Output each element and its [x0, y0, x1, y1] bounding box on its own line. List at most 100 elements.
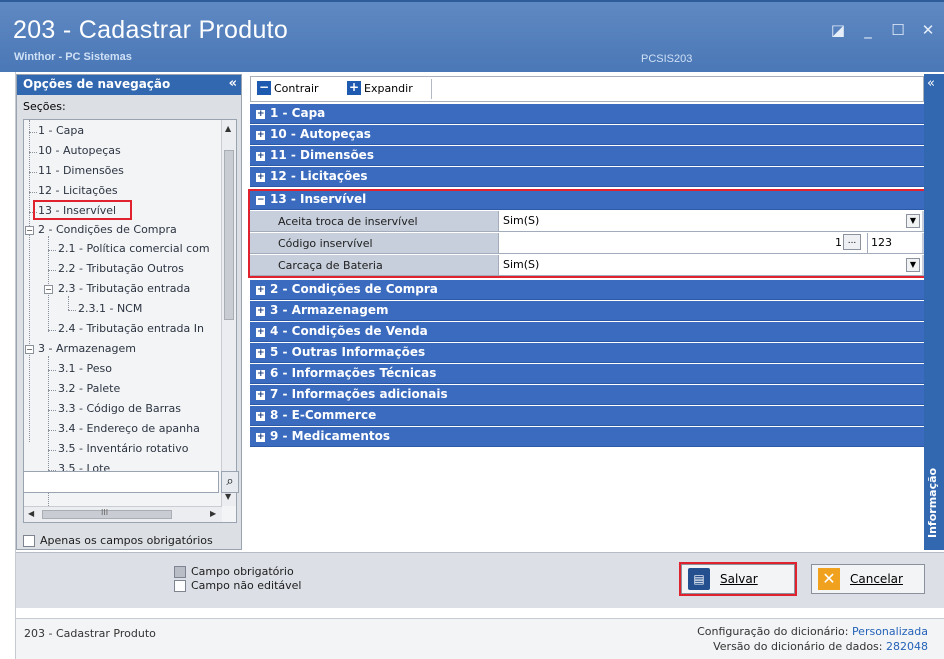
- section-informacoes-tecnicas[interactable]: +6 - Informações Técnicas: [250, 364, 924, 384]
- tree-vertical-scrollbar[interactable]: ▲ ▼: [221, 120, 236, 506]
- section-label: 4 - Condições de Venda: [270, 324, 428, 338]
- legend-not-editable-swatch: [174, 579, 186, 592]
- tree-vertical-scroll-thumb[interactable]: [224, 150, 234, 320]
- collapse-tributacao-entrada-icon[interactable]: −: [44, 285, 53, 294]
- save-button-highlight: [679, 562, 797, 596]
- section-label: 5 - Outras Informações: [270, 345, 426, 359]
- scroll-up-icon[interactable]: ▲: [225, 124, 231, 133]
- collapse-condicoes-icon[interactable]: −: [25, 226, 34, 235]
- navigation-header-label: Opções de navegação: [23, 77, 171, 91]
- collapse-left-icon[interactable]: «: [229, 76, 237, 91]
- navigation-header: Opções de navegação «: [17, 75, 241, 95]
- tree-item-palete[interactable]: 3.2 - Palete: [58, 382, 120, 395]
- dictionary-config-value[interactable]: Personalizada: [852, 625, 928, 638]
- toolbar-separator: [431, 79, 432, 99]
- section-informacoes-adicionais[interactable]: +7 - Informações adicionais: [250, 385, 924, 405]
- window-title: 203 - Cadastrar Produto: [13, 16, 289, 44]
- dictionary-config-label: Configuração do dicionário:: [697, 625, 849, 638]
- minus-icon: −: [257, 80, 271, 95]
- section-label: 1 - Capa: [270, 106, 326, 120]
- scroll-right-icon[interactable]: ▶: [210, 509, 216, 518]
- section-outras-informacoes[interactable]: +5 - Outras Informações: [250, 343, 924, 363]
- section-e-commerce[interactable]: +8 - E-Commerce: [250, 406, 924, 426]
- tree-item-endereco-apanha[interactable]: 3.4 - Endereço de apanha: [58, 422, 200, 435]
- scroll-grip: III: [101, 508, 109, 517]
- expand-icon[interactable]: +: [256, 286, 265, 295]
- dictionary-version-value: 282048: [886, 640, 928, 653]
- section-autopecas[interactable]: +10 - Autopeças: [250, 125, 924, 145]
- tree-item-ncm[interactable]: 2.3.1 - NCM: [78, 302, 142, 315]
- section-search-input[interactable]: [23, 471, 219, 493]
- section-condicoes-venda[interactable]: +4 - Condições de Venda: [250, 322, 924, 342]
- navigation-panel: Opções de navegação « Seções: 1 - Capa 1…: [16, 74, 242, 550]
- tree-item-tributacao-entrada[interactable]: 2.3 - Tributação entrada: [58, 282, 190, 295]
- section-label: 6 - Informações Técnicas: [270, 366, 437, 380]
- tree-item-codigo-barras[interactable]: 3.3 - Código de Barras: [58, 402, 181, 415]
- tree-horizontal-scrollbar[interactable]: ◀ III ▶: [24, 506, 222, 522]
- expand-icon[interactable]: +: [256, 173, 265, 182]
- tree-item-tributacao-entrada-in[interactable]: 2.4 - Tributação entrada In: [58, 322, 204, 335]
- section-armazenagem[interactable]: +3 - Armazenagem: [250, 301, 924, 321]
- minimize-icon[interactable]: _: [860, 22, 876, 38]
- tree-item-dimensoes[interactable]: 11 - Dimensões: [38, 164, 124, 177]
- collapse-right-icon[interactable]: «: [927, 76, 935, 91]
- restore-icon[interactable]: ◪: [830, 22, 846, 38]
- action-bar: Campo obrigatório Campo não editável ▤ S…: [16, 552, 944, 608]
- section-capa[interactable]: +1 - Capa: [250, 104, 924, 124]
- expand-icon[interactable]: +: [256, 110, 265, 119]
- section-dimensoes[interactable]: +11 - Dimensões: [250, 146, 924, 166]
- expand-all-button[interactable]: + Expandir: [347, 81, 413, 95]
- tree-item-condicoes-compra[interactable]: 2 - Condições de Compra: [38, 223, 177, 236]
- cancel-label: Cancelar: [850, 572, 903, 586]
- only-required-label: Apenas os campos obrigatórios: [40, 534, 213, 547]
- tree-item-inventario-rotativo[interactable]: 3.5 - Inventário rotativo: [58, 442, 188, 455]
- expand-icon[interactable]: +: [256, 328, 265, 337]
- grid-toolbar: − Contrair + Expandir: [250, 76, 924, 102]
- legend-required-label: Campo obrigatório: [191, 565, 294, 578]
- tree-item-armazenagem[interactable]: 3 - Armazenagem: [38, 342, 136, 355]
- expand-all-label: Expandir: [364, 81, 413, 95]
- tree-item-politica-comercial[interactable]: 2.1 - Política comercial com: [58, 242, 210, 255]
- tree-horizontal-scroll-thumb[interactable]: III: [42, 508, 172, 519]
- section-licitacoes[interactable]: +12 - Licitações: [250, 167, 924, 187]
- only-required-checkbox[interactable]: [23, 534, 35, 547]
- cancel-x-icon: ✕: [818, 568, 840, 590]
- tree-item-capa[interactable]: 1 - Capa: [38, 124, 84, 137]
- expand-icon[interactable]: +: [256, 391, 265, 400]
- collapse-armazenagem-icon[interactable]: −: [25, 345, 34, 354]
- section-label: 8 - E-Commerce: [270, 408, 377, 422]
- sections-tree[interactable]: 1 - Capa 10 - Autopeças 11 - Dimensões 1…: [23, 119, 237, 523]
- expand-icon[interactable]: +: [256, 152, 265, 161]
- cancel-button[interactable]: ✕ Cancelar: [811, 564, 925, 594]
- property-grid: +1 - Capa +10 - Autopeças +11 - Dimensõe…: [248, 104, 926, 550]
- tree-item-autopecas[interactable]: 10 - Autopeças: [38, 144, 121, 157]
- tree-item-tributacao-outros[interactable]: 2.2 - Tributação Outros: [58, 262, 184, 275]
- inservivel-highlight: [248, 189, 926, 278]
- scroll-down-icon[interactable]: ▼: [225, 492, 231, 501]
- expand-icon[interactable]: +: [256, 307, 265, 316]
- status-routine-name: 203 - Cadastrar Produto: [24, 627, 156, 640]
- search-icon[interactable]: ⌕: [221, 471, 239, 493]
- section-medicamentos[interactable]: +9 - Medicamentos: [250, 427, 924, 447]
- plus-icon: +: [347, 80, 361, 95]
- scroll-left-icon[interactable]: ◀: [28, 509, 34, 518]
- sections-label: Seções:: [23, 100, 66, 113]
- legend-not-editable-label: Campo não editável: [191, 579, 302, 592]
- expand-icon[interactable]: +: [256, 370, 265, 379]
- maximize-icon[interactable]: ☐: [890, 22, 906, 38]
- expand-icon[interactable]: +: [256, 433, 265, 442]
- info-panel-tab[interactable]: « Informação: [924, 74, 944, 550]
- collapse-all-button[interactable]: − Contrair: [257, 81, 319, 95]
- expand-icon[interactable]: +: [256, 412, 265, 421]
- tree-item-licitacoes[interactable]: 12 - Licitações: [38, 184, 118, 197]
- expand-icon[interactable]: +: [256, 349, 265, 358]
- expand-icon[interactable]: +: [256, 131, 265, 140]
- tree-item-inservivel-highlight: [33, 200, 132, 220]
- section-label: 7 - Informações adicionais: [270, 387, 448, 401]
- section-condicoes-compra[interactable]: +2 - Condições de Compra: [250, 280, 924, 300]
- close-icon[interactable]: ✕: [920, 22, 936, 38]
- tree-item-peso[interactable]: 3.1 - Peso: [58, 362, 112, 375]
- section-label: 12 - Licitações: [270, 169, 368, 183]
- section-label: 3 - Armazenagem: [270, 303, 389, 317]
- section-label: 9 - Medicamentos: [270, 429, 390, 443]
